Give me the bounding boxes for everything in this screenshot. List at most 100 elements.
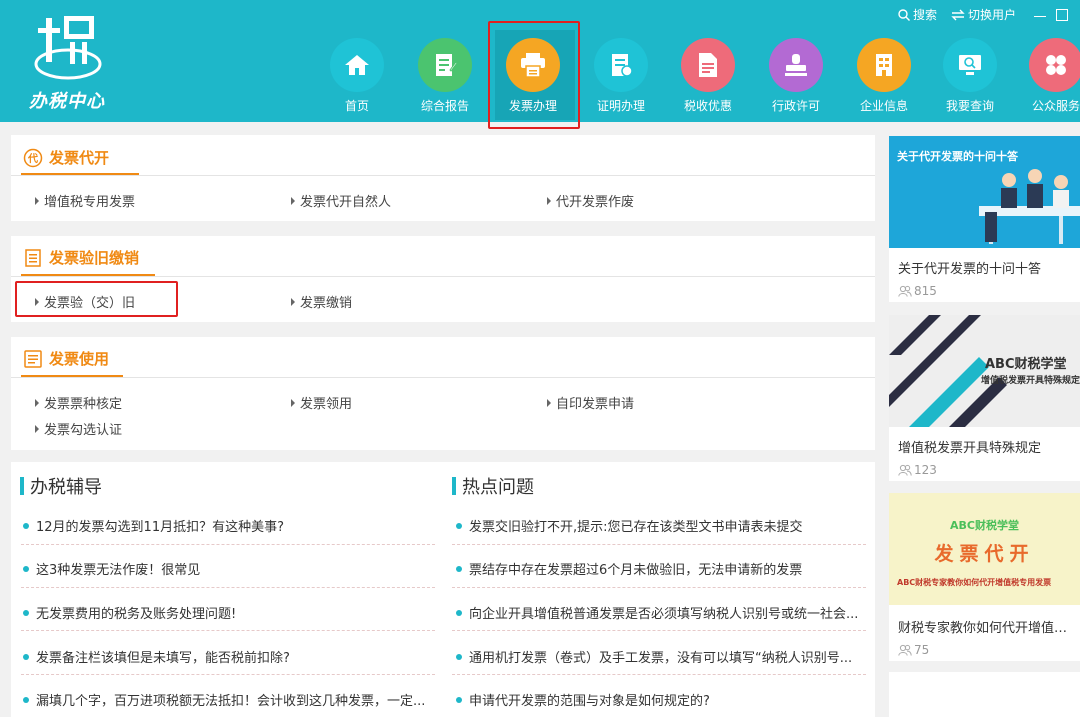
redian-item[interactable]: 向企业开具增值税普通发票是否必须填写纳税人识别号或统一社会... — [456, 603, 866, 622]
nav-item-home[interactable]: 首页 — [313, 38, 401, 114]
redian-item[interactable]: 发票交旧验打不开,提示:您已存在该类型文书申请表未提交 — [456, 516, 866, 535]
bullet-dot-icon — [23, 565, 29, 572]
link-text: 增值税专用发票 — [44, 195, 136, 210]
banner-big: 发票代开 — [934, 543, 1035, 565]
card-banner: ABC财税学堂 增值税发票开具特殊规定 — [889, 315, 1080, 427]
building-icon — [876, 54, 892, 76]
bullet-triangle-icon — [547, 196, 551, 205]
section-title-text: 发票使用 — [49, 350, 110, 368]
link-text: 发票票种核定 — [44, 397, 123, 412]
nav-item-certificate[interactable]: 证明办理 — [577, 38, 665, 114]
card-views: 75 — [898, 643, 929, 657]
card-views: 815 — [898, 284, 937, 298]
home-icon — [345, 55, 369, 75]
fudao-item[interactable]: 12月的发票勾选到11月抵扣？有这种美事? — [23, 516, 435, 535]
nav-item-query[interactable]: 我要查询 — [926, 38, 1014, 114]
card-views: 123 — [898, 463, 937, 477]
nav-item-tax-benefit[interactable]: 税收优惠 — [664, 38, 752, 114]
nav-label: 首页 — [344, 99, 369, 113]
dashed-divider — [452, 674, 866, 675]
link-text: 自印发票申请 — [556, 397, 635, 412]
article-card[interactable]: 关于代开发票的十问十答 关于代开发票的十问十答 815 — [889, 136, 1080, 302]
link-text: 发票缴销 — [300, 296, 353, 311]
link-text: 发票代开自然人 — [300, 195, 392, 210]
search-icon — [898, 8, 910, 21]
link-void-invoice[interactable]: 代开发票作废 — [547, 191, 634, 210]
section-divider — [11, 377, 875, 378]
link-invoice-receive[interactable]: 发票领用 — [291, 393, 352, 412]
fudao-item[interactable]: 漏填几个字，百万进项税额无法抵扣！会计收到这几种发票，一定... — [23, 690, 435, 709]
nav-circle — [681, 38, 735, 92]
title-bar — [452, 477, 456, 495]
section-title: 发票使用 — [23, 348, 109, 369]
section-divider — [11, 276, 875, 277]
document-icon — [699, 53, 717, 77]
fudao-item[interactable]: 无发票费用的税务及账务处理问题! — [23, 603, 435, 622]
nav-circle — [857, 38, 911, 92]
nav-label: 综合报告 — [420, 99, 469, 113]
redian-item[interactable]: 申请代开发票的范围与对象是如何规定的? — [456, 690, 866, 709]
banner-title: ABC财税学堂 — [985, 357, 1067, 372]
bullet-dot-icon — [456, 609, 462, 616]
redian-item[interactable]: 票结存中存在发票超过6个月未做验旧，无法申请新的发票 — [456, 559, 866, 578]
bullet-triangle-icon — [291, 398, 295, 407]
link-invoice-cancel[interactable]: 发票缴销 — [291, 292, 352, 311]
section-daikai: 代 发票代开 增值税专用发票 发票代开自然人 代开发票作废 — [11, 135, 875, 221]
maximize-button[interactable] — [1056, 8, 1068, 21]
fudao-item[interactable]: 这3种发票无法作废！很常见 — [23, 559, 435, 578]
nav-circle — [943, 38, 997, 92]
article-card[interactable]: ABC财税学堂 增值税发票开具特殊规定 增值税发票开具特殊规定 123 — [889, 315, 1080, 481]
bullet-triangle-icon — [547, 398, 551, 407]
fudao-item[interactable]: 发票备注栏该填但是未填写，能否税前扣除? — [23, 647, 435, 666]
card-caption: 关于代开发票的十问十答 — [898, 262, 1042, 277]
nav-circle — [1029, 38, 1080, 92]
link-invoice-type-approve[interactable]: 发票票种核定 — [35, 393, 122, 412]
link-natural-person[interactable]: 发票代开自然人 — [291, 191, 391, 210]
nav-circle — [769, 38, 823, 92]
stamp-icon — [785, 54, 807, 76]
news-text: 发票交旧验打不开,提示:您已存在该类型文书申请表未提交 — [469, 520, 803, 535]
search-link[interactable]: 搜索 — [898, 6, 937, 23]
section-title: 代 发票代开 — [23, 147, 109, 168]
bullet-dot-icon — [23, 653, 29, 660]
bullet-triangle-icon — [35, 196, 39, 205]
banner-sub: ABC财税专家教你如何代开增值税专用发票 — [897, 578, 1052, 587]
card-placeholder — [889, 672, 1080, 717]
switch-user-link[interactable]: 切换用户 — [951, 6, 1016, 23]
card-banner: 关于代开发票的十问十答 — [889, 136, 1080, 248]
report-icon — [436, 54, 457, 76]
nav-item-license[interactable]: 行政许可 — [752, 38, 840, 114]
nav-label: 税收优惠 — [683, 99, 732, 113]
news-text: 向企业开具增值税普通发票是否必须填写纳税人识别号或统一社会... — [469, 607, 859, 622]
dashed-divider — [21, 630, 435, 631]
link-self-print-apply[interactable]: 自印发票申请 — [547, 393, 634, 412]
switch-arrows-icon — [951, 9, 965, 20]
link-invoice-select-verify[interactable]: 发票勾选认证 — [35, 419, 122, 438]
link-text: 代开发票作废 — [556, 195, 635, 210]
app-logo[interactable]: 办税中心 — [26, 12, 108, 112]
bullet-triangle-icon — [35, 424, 39, 433]
minimize-button[interactable] — [1034, 9, 1046, 17]
news-text: 漏填几个字，百万进项税额无法抵扣！会计收到这几种发票，一定... — [36, 694, 426, 709]
dai-badge-icon: 代 — [23, 148, 43, 167]
bullet-dot-icon — [456, 653, 462, 660]
bullet-dot-icon — [456, 522, 462, 529]
nav-item-report[interactable]: 综合报告 — [401, 38, 489, 114]
nav-item-company-info[interactable]: 企业信息 — [840, 38, 928, 114]
link-vat-special-invoice[interactable]: 增值税专用发票 — [35, 191, 135, 210]
meeting-illustration-icon — [979, 169, 1080, 244]
article-card[interactable]: ABC财税学堂 发票代开 ABC财税专家教你如何代开增值税专用发票 财税专家教你… — [889, 493, 1080, 661]
svg-text:代: 代 — [27, 152, 38, 165]
nav-label: 行政许可 — [771, 99, 820, 113]
redian-item[interactable]: 通用机打发票（卷式）及手工发票，没有可以填写“纳税人识别号... — [456, 647, 866, 666]
news-text: 票结存中存在发票超过6个月未做验旧，无法申请新的发票 — [469, 563, 803, 578]
highlight-frame-link — [15, 281, 178, 317]
card-caption: 增值税发票开具特殊规定 — [898, 441, 1042, 456]
dashed-divider — [21, 587, 435, 588]
banner-title: ABC财税学堂 — [950, 519, 1019, 532]
news-text: 发票备注栏该填但是未填写，能否税前扣除? — [36, 651, 290, 666]
nav-label: 我要查询 — [945, 99, 994, 113]
section-title-text: 发票验旧缴销 — [49, 249, 140, 267]
nav-label: 企业信息 — [859, 99, 908, 113]
nav-item-public-service[interactable]: 公众服务 — [1012, 38, 1080, 114]
